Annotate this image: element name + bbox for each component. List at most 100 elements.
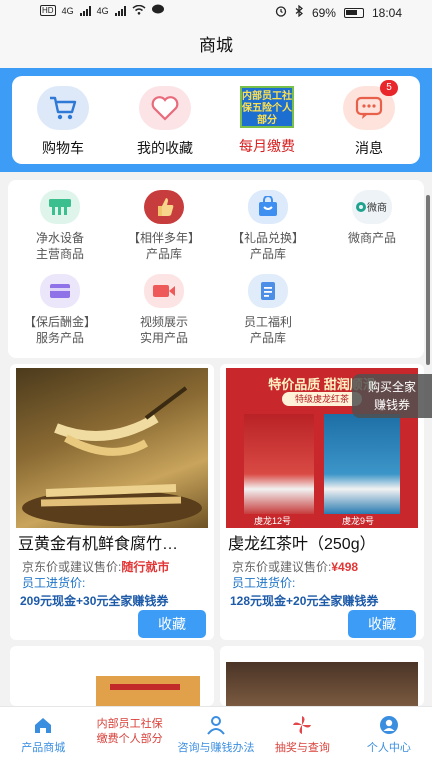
scrollbar[interactable] [426,195,430,365]
tea-box-red [244,414,314,514]
product-image-partial [226,662,418,706]
tab-product-mall[interactable]: 产品商城 [0,707,86,768]
tea-box-blue [324,414,400,514]
product-card[interactable] [220,646,424,706]
tab-label-line-1: 内部员工社保 [96,718,163,730]
product-card[interactable] [10,646,214,706]
home-icon [32,715,54,735]
category-post-insurance-reward[interactable]: 【保后酬金】 服务产品 [8,274,112,346]
category-weishang[interactable]: 微商 微商产品 [320,190,424,246]
category-sublabel-3: 产品库 [249,247,286,261]
tab-consult-earn[interactable]: 咨询与赚钱办法 [173,707,259,768]
category-label-3: 【礼品兑换】 [231,231,304,245]
weishang-logo-icon: 微商 [352,190,392,224]
heart-icon [139,86,191,130]
tab-label: 抽奖与查询 [274,742,330,754]
tab-personal-center[interactable]: 个人中心 [346,707,432,768]
category-gift-exchange[interactable]: 【礼品兑换】 产品库 [216,190,320,262]
document-icon [248,274,288,308]
price-label: 京东价或建议售价: [22,560,122,574]
category-grid: 净水设备 主营商品 【相伴多年】 产品库 【礼品兑换】 产品库 微商 微商产品 … [8,180,424,358]
wifi-icon [132,4,146,17]
gift-bag-icon [248,190,288,224]
category-label-5: 【保后酬金】 [23,315,96,329]
bluetooth-icon [295,4,304,20]
signal-icon [79,5,91,16]
favorites-label: 我的收藏 [137,140,193,156]
page-title: 商城 [0,24,432,68]
battery-icon [343,7,364,18]
price-line: 京东价或建议售价:随行就市 [22,558,169,575]
monthly-payment-button[interactable]: 内部员工社保五险个人部分 每月缴费 [216,76,318,164]
pinwheel-icon [291,715,313,735]
card-icon [40,274,80,308]
employee-price-label: 员工进货价: [22,576,86,590]
float-line-2: 赚钱券 [373,398,410,412]
product-name: 豆黄金有机鲜食腐竹… [18,536,179,553]
tab-label: 产品商城 [21,742,66,754]
cart-button[interactable]: 购物车 [12,76,114,164]
signal-icon-2 [114,5,126,16]
category-employee-welfare[interactable]: 员工福利 产品库 [216,274,320,346]
cart-label: 购物车 [42,140,84,156]
category-sublabel-1: 主营商品 [35,247,84,261]
weishang-logo-text: 微商 [367,201,387,214]
price-line: 京东价或建议售价:¥498 [232,558,358,575]
hd-icon: HD [40,5,56,16]
tea-box-label-2: 虔龙9号 [342,516,375,526]
tab-label: 咨询与赚钱办法 [177,742,255,754]
network-type-2: 4G [96,5,109,16]
battery-text: 69% [311,5,336,20]
cart-icon [37,86,89,130]
tab-label: 个人中心 [366,742,411,754]
category-sublabel-5: 服务产品 [35,331,84,345]
product-card[interactable]: 豆黄金有机鲜食腐竹… 京东价或建议售价:随行就市 员工进货价: 209元现金+3… [10,364,214,640]
yuba-photo [16,368,208,528]
category-sublabel-7: 产品库 [249,331,286,345]
bottom-nav: 产品商城 内部员工社保 缴费个人部分 咨询与赚钱办法 抽奖与查询 个人中心 [0,706,432,768]
category-label-4: 微商产品 [347,231,396,245]
tea-box-label-1: 虔龙12号 [254,516,292,526]
chat-bubble-icon [151,4,164,17]
user-circle-icon [378,715,400,735]
category-label-7: 员工福利 [243,315,292,329]
thumbs-up-icon [144,190,184,224]
category-video-display[interactable]: 视频展示 实用产品 [112,274,216,346]
network-type: 4G [61,5,74,16]
price-label: 京东价或建议售价: [232,560,332,574]
category-sublabel-2: 产品库 [145,247,182,261]
employee-price: 128元现金+20元全家赚钱券 [230,594,379,608]
person-icon [205,715,227,735]
product-name: 虔龙红茶叶（250g） [228,536,376,553]
category-sublabel-6: 实用产品 [139,331,188,345]
tab-lottery-query[interactable]: 抽奖与查询 [259,707,345,768]
float-line-1: 购买全家 [367,380,416,394]
clock: 18:04 [371,5,402,20]
product-image-partial [96,676,200,706]
employee-price: 209元现金+30元全家赚钱券 [20,594,169,608]
category-water-purifier[interactable]: 净水设备 主营商品 [8,190,112,262]
category-label-2: 【相伴多年】 [127,231,200,245]
category-years-together[interactable]: 【相伴多年】 产品库 [112,190,216,262]
tab-label-line-2: 缴费个人部分 [96,733,163,745]
status-right: 69% 18:04 [275,4,402,20]
message-badge: 5 [380,80,398,96]
buy-family-voucher-button[interactable]: 购买全家 赚钱券 [352,374,432,418]
tea-sub-banner: 特级虔龙红茶 [282,392,362,406]
monthly-payment-label: 每月缴费 [239,138,295,154]
category-label-6: 视频展示 [139,315,188,329]
favorites-button[interactable]: 我的收藏 [114,76,216,164]
favorite-button[interactable]: 收藏 [138,610,206,638]
favorite-button[interactable]: 收藏 [348,610,416,638]
category-label-1: 净水设备 [35,231,84,245]
quick-actions: 购物车 我的收藏 内部员工社保五险个人部分 每月缴费 5 消息 [12,76,420,164]
messages-label: 消息 [355,140,383,156]
tab-social-insurance[interactable]: 内部员工社保 缴费个人部分 [86,707,172,768]
employee-price-label: 员工进货价: [232,576,296,590]
messages-button[interactable]: 5 消息 [318,76,420,164]
status-bar: HD 4G 4G 69% 18:04 [0,0,432,24]
video-icon [144,274,184,308]
insurance-icon: 内部员工社保五险个人部分 [240,86,294,128]
product-image-partial-top [110,684,180,690]
price-value: 随行就市 [121,560,170,574]
